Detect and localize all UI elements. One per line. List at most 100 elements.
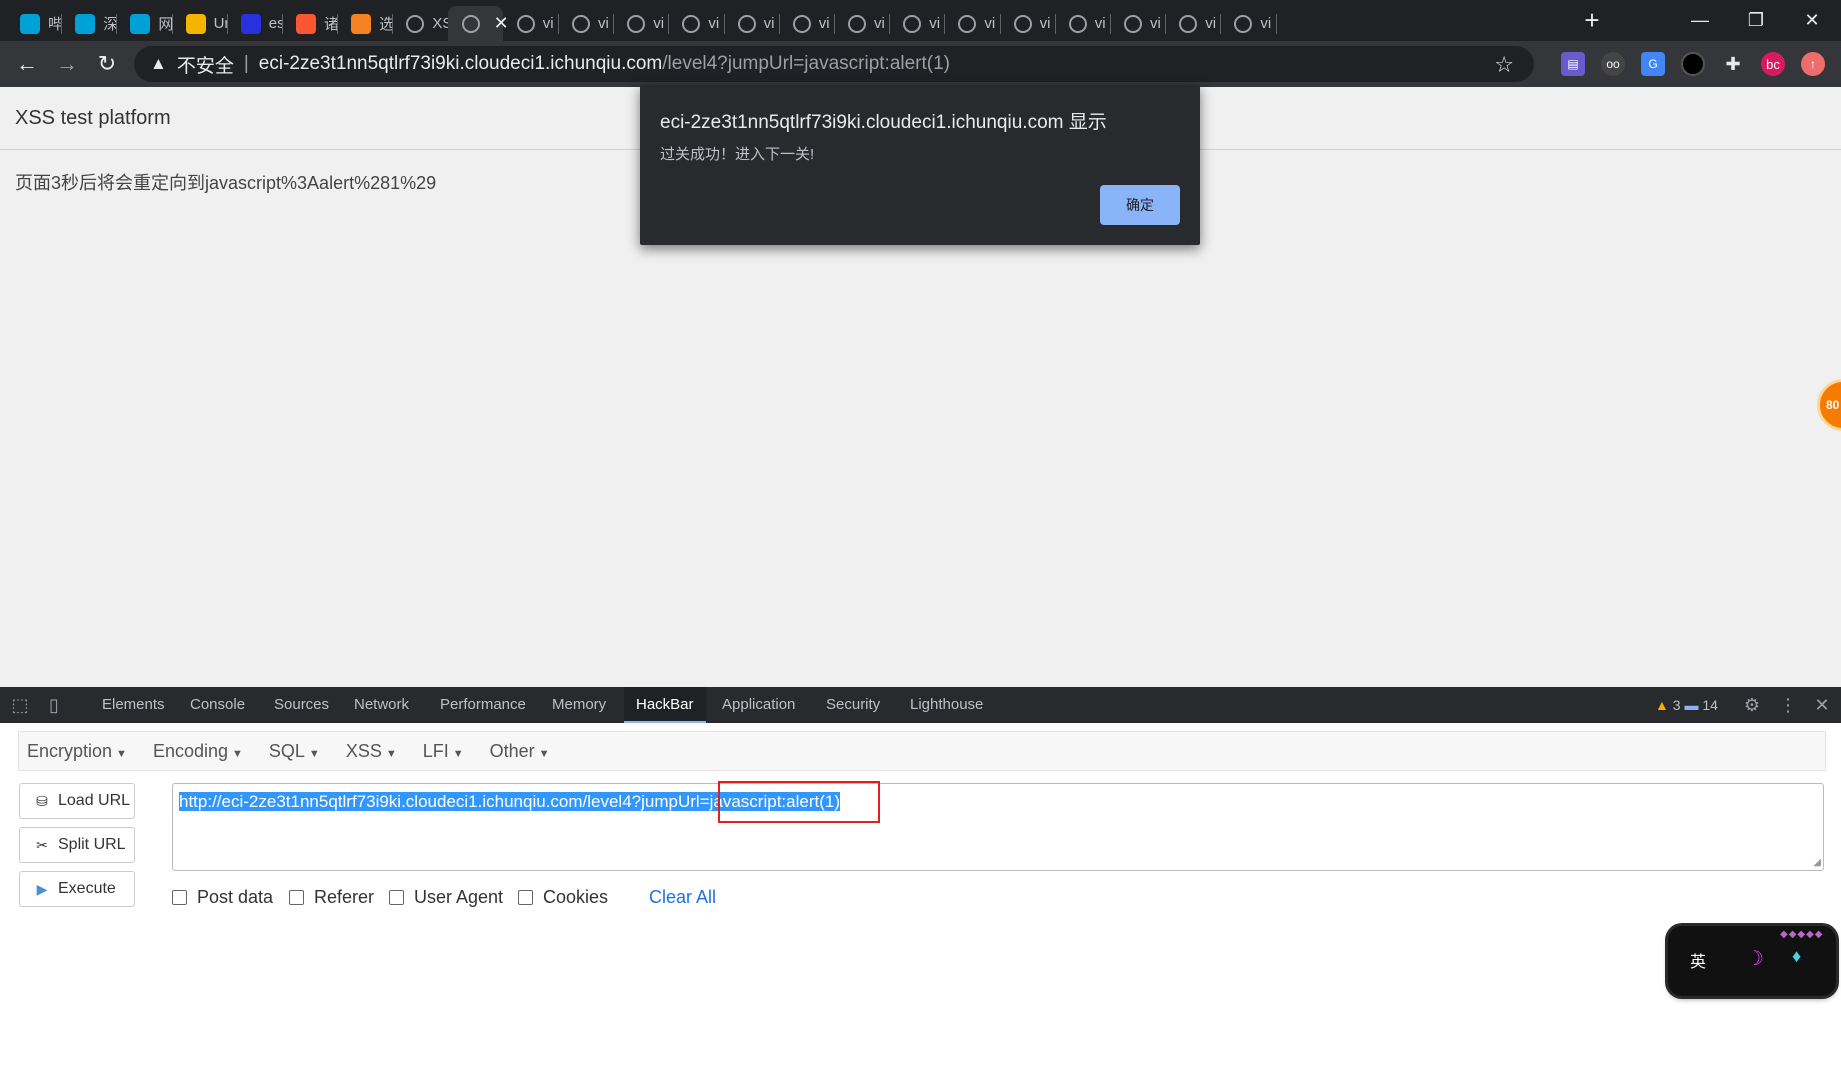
moon-icon[interactable]: ☽ <box>1746 946 1764 971</box>
puzzle-extensions-icon[interactable]: ✚ <box>1721 52 1745 76</box>
checkbox[interactable] <box>172 890 187 905</box>
ime-widget[interactable]: ◆◆◆◆◆ 英 ☽ ♦ <box>1668 926 1836 996</box>
skin-icon[interactable]: ♦ <box>1792 946 1801 967</box>
tab-label: vi <box>818 15 830 32</box>
update-icon[interactable]: ↑ <box>1801 52 1825 76</box>
close-devtools-icon[interactable]: ✕ <box>1812 695 1832 715</box>
alert-ok-button[interactable]: 确定 <box>1100 185 1180 225</box>
back-icon[interactable]: ← <box>12 49 42 79</box>
browser-tab[interactable]: vi <box>1055 6 1110 41</box>
dark-extension-icon[interactable] <box>1681 52 1705 76</box>
pdf-extension-icon[interactable]: ▤ <box>1561 52 1585 76</box>
devtools-tab-sources[interactable]: Sources <box>262 687 341 723</box>
tab-label: vi <box>874 15 885 32</box>
option-referer[interactable]: Referer <box>289 887 374 908</box>
load-url-button[interactable]: ⛁ Load URL <box>19 783 135 819</box>
more-options-icon[interactable]: ⋮ <box>1778 695 1798 715</box>
tab-separator <box>1275 14 1277 34</box>
clear-all-link[interactable]: Clear All <box>649 887 716 908</box>
devtools-tab-elements[interactable]: Elements <box>90 687 177 723</box>
browser-tab[interactable]: XS <box>392 6 448 41</box>
browser-tab[interactable]: vi <box>613 6 668 41</box>
new-tab-button[interactable]: + <box>1578 6 1606 34</box>
browser-tab[interactable]: vi <box>503 6 558 41</box>
browser-tab[interactable]: 诸 <box>282 6 337 41</box>
warning-count: 3 <box>1672 697 1681 713</box>
menu-other[interactable]: Other ▼ <box>490 741 550 762</box>
baidu-paw-icon <box>240 13 261 34</box>
devtools-tab-performance[interactable]: Performance <box>428 687 538 723</box>
minimize-button[interactable]: — <box>1672 0 1728 40</box>
glasses-extension-icon[interactable]: oo <box>1601 52 1625 76</box>
inspect-element-icon[interactable]: ⬚ <box>10 695 30 715</box>
browser-tab[interactable]: vi <box>724 6 779 41</box>
devtools-tab-lighthouse[interactable]: Lighthouse <box>898 687 995 723</box>
message-icon: ▬ <box>1684 697 1699 713</box>
address-bar[interactable]: ▲ 不安全 | eci-2ze3t1nn5qtlrf73i9ki.cloudec… <box>134 46 1534 82</box>
bookmark-star-icon[interactable]: ☆ <box>1494 52 1514 78</box>
browser-tab[interactable]: vi <box>1220 6 1275 41</box>
browser-tab[interactable]: vi <box>944 6 999 41</box>
execute-button[interactable]: ▶ Execute <box>19 871 135 907</box>
bilibili-icon <box>130 13 151 34</box>
browser-tab[interactable]: vi <box>1000 6 1055 41</box>
devtools-tab-hackbar[interactable]: HackBar <box>624 687 706 723</box>
bilibili-icon <box>20 13 40 34</box>
floating-badge[interactable]: 80 <box>1817 379 1841 431</box>
browser-tab[interactable]: 网 <box>116 6 172 41</box>
alert-title: eci-2ze3t1nn5qtlrf73i9ki.cloudeci1.ichun… <box>660 112 1107 133</box>
checkbox[interactable] <box>289 890 304 905</box>
devtools-tab-console[interactable]: Console <box>178 687 257 723</box>
browser-tab[interactable]: Ur <box>172 6 227 41</box>
menu-encryption[interactable]: Encryption ▼ <box>27 741 127 762</box>
devtools-tab-memory[interactable]: Memory <box>540 687 618 723</box>
browser-tab[interactable]: vi <box>834 6 889 41</box>
browser-tab[interactable]: vi <box>558 6 613 41</box>
browser-tab[interactable]: vi <box>1110 6 1165 41</box>
option-cookies[interactable]: Cookies <box>518 887 608 908</box>
close-window-button[interactable]: ✕ <box>1784 0 1840 40</box>
browser-tab[interactable]: 选 <box>337 6 392 41</box>
browser-tab[interactable]: vi <box>779 6 834 41</box>
menu-encoding[interactable]: Encoding ▼ <box>153 741 243 762</box>
devtools-tab-security[interactable]: Security <box>814 687 892 723</box>
option-user-agent[interactable]: User Agent <box>389 887 503 908</box>
checkbox[interactable] <box>518 890 533 905</box>
browser-tab[interactable]: 哔 <box>6 6 61 41</box>
separator: | <box>243 53 249 74</box>
tab-label: vi <box>1039 15 1051 32</box>
restore-button[interactable]: ❐ <box>1728 0 1784 40</box>
browser-tab[interactable]: es <box>227 6 282 41</box>
tab-label: vi <box>1150 15 1161 32</box>
alert-message: 过关成功！进入下一关! <box>660 146 815 163</box>
forward-icon[interactable]: → <box>52 49 82 79</box>
menu-sql[interactable]: SQL ▼ <box>269 741 320 762</box>
redirect-message: 页面3秒后将会重定向到javascript%3Aalert%281%29 <box>15 173 437 193</box>
hackbar-menu-items: Encoding ▼ SQL ▼ XSS ▼ LFI ▼ Other ▼ <box>145 741 568 762</box>
browser-tab[interactable]: vi <box>1165 6 1220 41</box>
menu-lfi[interactable]: LFI ▼ <box>423 741 464 762</box>
browser-tab[interactable]: 深 <box>61 6 116 41</box>
ime-mode[interactable]: 英 <box>1690 948 1706 972</box>
split-url-button[interactable]: ✂ Split URL <box>19 827 135 863</box>
tab-label: vi <box>598 15 609 32</box>
url-textarea[interactable]: http://eci-2ze3t1nn5qtlrf73i9ki.cloudeci… <box>172 783 1824 871</box>
browser-tab[interactable]: vi <box>889 6 944 41</box>
globe-icon <box>1179 14 1198 33</box>
reload-icon[interactable]: ↻ <box>92 49 122 79</box>
checkbox[interactable] <box>389 890 404 905</box>
profile-avatar[interactable]: bc <box>1761 52 1785 76</box>
menu-xss[interactable]: XSS ▼ <box>346 741 397 762</box>
settings-gear-icon[interactable]: ⚙ <box>1742 695 1762 715</box>
device-toolbar-icon[interactable]: ▯ <box>44 695 64 715</box>
browser-tab[interactable]: vi <box>668 6 723 41</box>
split-url-icon: ✂ <box>36 836 48 853</box>
resize-grip-icon[interactable]: ◢ <box>1813 857 1821 868</box>
issue-counts[interactable]: ▲ 3 ▬ 14 <box>1655 687 1718 723</box>
globe-icon <box>1234 14 1253 33</box>
devtools-tab-network[interactable]: Network <box>342 687 421 723</box>
devtools-tab-application[interactable]: Application <box>710 687 807 723</box>
option-post-data[interactable]: Post data <box>172 887 273 908</box>
translate-extension-icon[interactable]: G <box>1641 52 1665 76</box>
browser-tab[interactable]: ✕ <box>447 6 509 41</box>
